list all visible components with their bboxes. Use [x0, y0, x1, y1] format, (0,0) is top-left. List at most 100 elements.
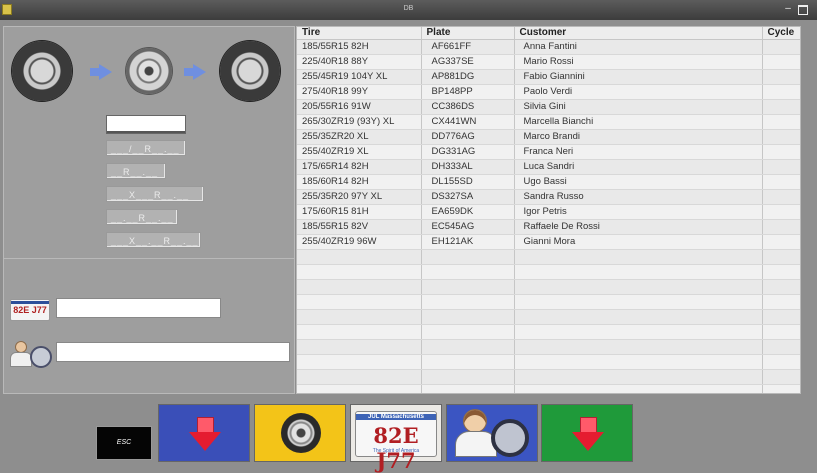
license-plate-icon: JUL Massachusetts 82E J77 The Spirit of …: [355, 411, 437, 473]
plate-stripe: [11, 301, 49, 304]
table-row[interactable]: 255/35R20 97Y XL DS327SA Sandra Russo: [297, 189, 800, 205]
cell-plate: [421, 294, 515, 310]
cell-tire: 225/40R18 88Y: [297, 54, 422, 70]
table-row[interactable]: [297, 264, 800, 280]
cell-tire: [297, 294, 422, 310]
arrow-right-icon: [90, 64, 112, 80]
table-row[interactable]: [297, 309, 800, 325]
cell-cycle: [762, 159, 800, 175]
title-bar: DB –: [0, 0, 817, 20]
cell-tire: 255/45R19 104Y XL: [297, 69, 422, 85]
plate-search-button[interactable]: JUL Massachusetts 82E J77 The Spirit of …: [350, 404, 442, 473]
cell-tire: [297, 309, 422, 325]
table-row[interactable]: [297, 294, 800, 310]
cell-plate: [421, 324, 515, 340]
table-row[interactable]: 225/40R18 88Y AG337SE Mario Rossi: [297, 54, 800, 70]
table-row[interactable]: 255/45R19 104Y XL AP881DG Fabio Giannini: [297, 69, 800, 85]
table-row[interactable]: 175/60R15 81H EA659DK Igor Petris: [297, 204, 800, 220]
table-row[interactable]: 275/40R18 99Y BP148PP Paolo Verdi: [297, 84, 800, 100]
format-pattern-button[interactable]: __R__.__: [106, 163, 166, 179]
cell-plate: DH333AL: [421, 159, 515, 175]
cell-customer: Raffaele De Rossi: [514, 219, 763, 235]
cell-customer: Silvia Gini: [514, 99, 763, 115]
cell-tire: 255/35R20 97Y XL: [297, 189, 422, 205]
cell-tire: [297, 384, 422, 393]
cell-cycle: [762, 114, 800, 130]
format-pattern-button[interactable]: ___X___R__.__: [106, 186, 204, 202]
format-pattern-button[interactable]: __.__R__.__: [106, 209, 178, 225]
cell-tire: [297, 279, 422, 295]
cell-customer: [514, 339, 763, 355]
table-row[interactable]: 255/40ZR19 96W EH121AK Gianni Mora: [297, 234, 800, 250]
table-row[interactable]: 255/40ZR19 XL DG331AG Franca Neri: [297, 144, 800, 160]
cell-customer: Paolo Verdi: [514, 84, 763, 100]
cell-customer: [514, 324, 763, 340]
license-plate-icon: 82E J77: [10, 299, 50, 321]
customer-search-button[interactable]: [446, 404, 538, 462]
cell-customer: [514, 264, 763, 280]
records-table[interactable]: Tire Plate Customer Cycle 185/55R15 82H A…: [296, 26, 801, 394]
table-row[interactable]: [297, 249, 800, 265]
column-header-tire[interactable]: Tire: [297, 27, 422, 40]
table-row[interactable]: [297, 354, 800, 370]
cell-plate: DL155SD: [421, 174, 515, 190]
table-row[interactable]: 185/55R15 82V EC545AG Raffaele De Rossi: [297, 219, 800, 235]
column-header-cycle[interactable]: Cycle: [762, 27, 800, 40]
cell-plate: CC386DS: [421, 99, 515, 115]
format-pattern-button[interactable]: ___X__.__R__.__: [106, 232, 201, 248]
down-arrow-icon: [572, 417, 604, 451]
cell-plate: [421, 264, 515, 280]
cell-tire: 205/55R16 91W: [297, 99, 422, 115]
cell-plate: AP881DG: [421, 69, 515, 85]
table-header-row: Tire Plate Customer Cycle: [297, 27, 800, 40]
tire-size-input[interactable]: [106, 115, 186, 134]
customer-search-input[interactable]: [56, 342, 290, 362]
arrow-right-icon: [184, 64, 206, 80]
tire-size-panel: ___/__R__.__ __R__.__ ___X___R__.__ __._…: [4, 27, 294, 259]
cell-customer: [514, 369, 763, 385]
confirm-down-green-button[interactable]: [541, 404, 633, 462]
table-row[interactable]: 255/35ZR20 XL DD776AG Marco Brandi: [297, 129, 800, 145]
cell-tire: 185/55R15 82H: [297, 39, 422, 55]
format-pattern-button[interactable]: ___/__R__.__: [106, 140, 186, 156]
plate-search-input[interactable]: [56, 298, 221, 318]
column-header-customer[interactable]: Customer: [514, 27, 763, 40]
steering-wheel-icon: [30, 346, 52, 368]
table-row[interactable]: [297, 384, 800, 393]
table-row[interactable]: 265/30ZR19 (93Y) XL CX441WN Marcella Bianc…: [297, 114, 800, 130]
cell-customer: Mario Rossi: [514, 54, 763, 70]
cell-plate: DG331AG: [421, 144, 515, 160]
table-row[interactable]: 185/60R14 82H DL155SD Ugo Bassi: [297, 174, 800, 190]
esc-button[interactable]: ESC: [96, 426, 152, 460]
cell-cycle: [762, 279, 800, 295]
plate-icon-number: 82E J77: [13, 305, 47, 315]
cell-customer: Marcella Bianchi: [514, 114, 763, 130]
table-row[interactable]: 205/55R16 91W CC386DS Silvia Gini: [297, 99, 800, 115]
tire-search-button[interactable]: [254, 404, 346, 462]
table-row[interactable]: [297, 339, 800, 355]
table-row[interactable]: [297, 369, 800, 385]
cell-plate: [421, 354, 515, 370]
cell-plate: DS327SA: [421, 189, 515, 205]
cell-cycle: [762, 144, 800, 160]
minimize-button[interactable]: –: [782, 3, 794, 15]
wheel-icon: [220, 41, 280, 101]
maximize-icon: [798, 5, 808, 15]
cell-cycle: [762, 219, 800, 235]
table-row[interactable]: 175/65R14 82H DH333AL Luca Sandri: [297, 159, 800, 175]
cell-customer: Anna Fantini: [514, 39, 763, 55]
cell-customer: Sandra Russo: [514, 189, 763, 205]
table-row[interactable]: [297, 279, 800, 295]
column-header-plate[interactable]: Plate: [421, 27, 515, 40]
cell-cycle: [762, 84, 800, 100]
cell-tire: [297, 354, 422, 370]
cell-plate: BP148PP: [421, 84, 515, 100]
maximize-button[interactable]: [797, 3, 809, 15]
cell-tire: [297, 264, 422, 280]
move-down-blue-button[interactable]: [158, 404, 250, 462]
cell-cycle: [762, 324, 800, 340]
table-row[interactable]: [297, 324, 800, 340]
cell-cycle: [762, 54, 800, 70]
table-row[interactable]: 185/55R15 82H AF661FF Anna Fantini: [297, 39, 800, 55]
cell-tire: 255/35ZR20 XL: [297, 129, 422, 145]
